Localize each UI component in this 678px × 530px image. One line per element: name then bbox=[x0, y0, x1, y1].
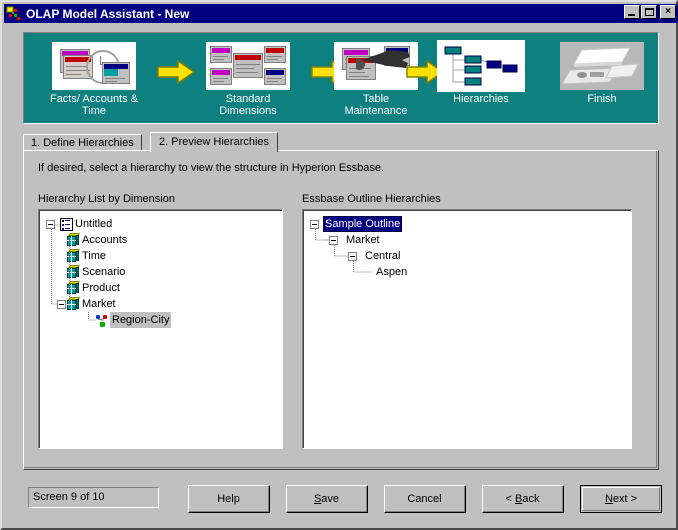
maximize-button[interactable] bbox=[641, 5, 657, 19]
minimize-button[interactable] bbox=[624, 5, 640, 19]
facts-accounts-time-icon bbox=[52, 42, 136, 90]
window-title: OLAP Model Assistant - New bbox=[26, 6, 190, 21]
essbase-outline-label: Essbase Outline Hierarchies bbox=[302, 193, 441, 205]
wizard-step-label: Hierarchies bbox=[453, 93, 509, 105]
tree-connector-lines bbox=[315, 229, 373, 273]
button-label: Help bbox=[217, 492, 240, 505]
wizard-step-finish: Finish bbox=[546, 42, 658, 105]
arrow-right-icon bbox=[157, 59, 196, 85]
hierarchies-icon bbox=[437, 40, 525, 92]
instruction-text: If desired, select a hierarchy to view t… bbox=[38, 162, 385, 174]
button-label: < Back bbox=[505, 492, 540, 505]
tree-connector-lines bbox=[51, 224, 96, 321]
next-button[interactable]: Next > bbox=[580, 485, 662, 513]
wizard-step-hierarchies: Hierarchies bbox=[423, 40, 539, 105]
hierarchy-list-label: Hierarchy List by Dimension bbox=[38, 193, 175, 205]
window-controls: × bbox=[623, 5, 676, 19]
button-label: Save bbox=[313, 492, 340, 505]
close-button[interactable]: × bbox=[660, 5, 676, 19]
preview-hierarchies-panel: If desired, select a hierarchy to view t… bbox=[23, 150, 659, 470]
status-indicator: Screen 9 of 10 bbox=[28, 487, 159, 508]
app-icon bbox=[6, 6, 20, 20]
button-label: Cancel bbox=[407, 492, 442, 505]
wizard-step-facts-accounts-time: Facts/ Accounts & Time bbox=[38, 42, 150, 117]
tab-define-hierarchies[interactable]: 1. Define Hierarchies bbox=[23, 134, 142, 151]
standard-dimensions-icon bbox=[206, 42, 290, 90]
wizard-step-label: Facts/ Accounts & Time bbox=[49, 93, 139, 117]
button-label: Next > bbox=[604, 493, 638, 505]
hierarchy-list-tree[interactable]: Untitled Accounts Time Scenario Product … bbox=[38, 209, 283, 449]
title-bar[interactable]: OLAP Model Assistant - New × bbox=[4, 4, 678, 23]
wizard-step-standard-dimensions: Standard Dimensions bbox=[192, 42, 304, 117]
back-button[interactable]: < Back bbox=[482, 485, 564, 513]
wizard-step-banner: Facts/ Accounts & Time Standard Dimensio… bbox=[23, 32, 659, 124]
tab-label: 1. Define Hierarchies bbox=[31, 137, 134, 149]
essbase-outline-tree[interactable]: Sample Outline Market Central Aspen bbox=[302, 209, 632, 449]
app-window: OLAP Model Assistant - New × Facts/ Acco… bbox=[0, 0, 678, 530]
tab-preview-hierarchies[interactable]: 2. Preview Hierarchies bbox=[150, 132, 279, 152]
finish-icon bbox=[560, 42, 644, 90]
cancel-button[interactable]: Cancel bbox=[384, 485, 466, 513]
tab-label: 2. Preview Hierarchies bbox=[159, 136, 270, 148]
save-button[interactable]: Save bbox=[286, 485, 368, 513]
wizard-step-label: Finish bbox=[587, 93, 617, 105]
help-button[interactable]: Help bbox=[188, 485, 270, 513]
wizard-step-label: Standard Dimensions bbox=[219, 93, 277, 117]
